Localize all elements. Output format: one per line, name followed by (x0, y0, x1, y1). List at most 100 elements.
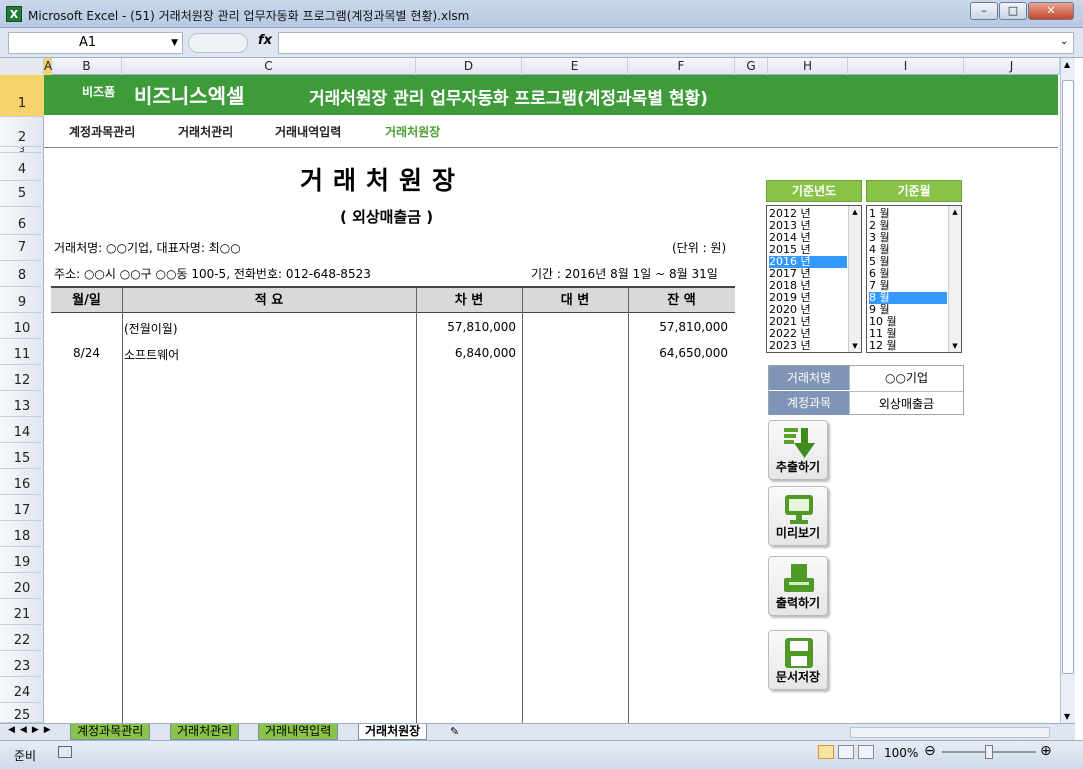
row-header[interactable]: 12 (0, 365, 44, 391)
scroll-down-icon[interactable]: ▼ (849, 342, 861, 350)
select-all-corner[interactable] (0, 58, 44, 75)
close-button[interactable]: ✕ (1028, 2, 1074, 20)
year-option[interactable]: 2023 년 (769, 340, 811, 352)
row-header[interactable]: 10 (0, 313, 44, 339)
row-header[interactable]: 23 (0, 651, 44, 677)
column-header-d[interactable]: D (416, 58, 522, 75)
expand-formula-icon[interactable]: ⌄ (1060, 36, 1068, 47)
row-header[interactable]: 15 (0, 443, 44, 469)
row-description[interactable]: (전월이월) (124, 320, 178, 337)
nav-transaction-entry[interactable]: 거래내역입력 (275, 123, 341, 140)
printer-icon (784, 564, 814, 592)
client-name-label: 거래처명 (769, 366, 849, 390)
row-header[interactable]: 18 (0, 521, 44, 547)
address-info: 주소: ○○시 ○○구 ○○동 100-5, 전화번호: 012-648-852… (54, 267, 371, 281)
name-box[interactable]: A1 ▼ (8, 32, 183, 54)
row-header[interactable]: 16 (0, 469, 44, 495)
worksheet[interactable]: 비즈폼 비즈니스엑셀 거래처원장 관리 업무자동화 프로그램(계정과목별 현황)… (44, 75, 1058, 723)
insert-function-icon[interactable]: fx (258, 33, 272, 48)
column-header-b[interactable]: B (52, 58, 122, 75)
scroll-up-icon[interactable]: ▲ (849, 208, 861, 216)
row-header[interactable]: 20 (0, 573, 44, 599)
client-name-value[interactable]: ○○기업 (849, 366, 963, 390)
row-date[interactable]: 8/24 (51, 346, 122, 360)
row-header[interactable]: 5 (0, 181, 44, 207)
row-header[interactable]: 6 (0, 207, 44, 235)
formula-expand-handle[interactable] (188, 33, 248, 53)
maximize-button[interactable]: □ (999, 2, 1027, 20)
month-list-scrollbar[interactable]: ▲ ▼ (948, 206, 961, 352)
year-listbox[interactable]: 2012 년 2013 년 2014 년 2015 년 2016 년 2017 … (766, 205, 862, 353)
zoom-in-icon[interactable]: ⊕ (1040, 743, 1052, 759)
extract-button[interactable]: 추출하기 (768, 420, 828, 480)
nav-client-management[interactable]: 거래처관리 (178, 123, 233, 140)
column-header-a[interactable]: A (44, 58, 52, 75)
row-header[interactable]: 8 (0, 261, 44, 287)
month-option[interactable]: 12 월 (869, 340, 897, 352)
row-header[interactable]: 19 (0, 547, 44, 573)
row-header[interactable]: 17 (0, 495, 44, 521)
scroll-down-icon[interactable]: ▼ (949, 342, 961, 350)
ledger-title: 거래처원장 (300, 166, 466, 195)
row-header[interactable]: 22 (0, 625, 44, 651)
column-header-c[interactable]: C (122, 58, 416, 75)
row-header[interactable]: 2 (0, 117, 44, 147)
scroll-up-icon[interactable]: ▲ (1064, 60, 1070, 69)
tab-client-ledger[interactable]: 거래처원장 (358, 724, 428, 740)
column-header-f[interactable]: F (628, 58, 735, 75)
row-header[interactable]: 7 (0, 235, 44, 261)
column-divider (122, 288, 123, 723)
tab-navigation-arrows[interactable]: ◀◀▶▶ (8, 725, 56, 735)
row-balance[interactable]: 64,650,000 (628, 346, 728, 360)
print-button[interactable]: 출력하기 (768, 556, 828, 616)
zoom-slider-thumb[interactable] (985, 745, 993, 759)
year-list-scrollbar[interactable]: ▲ ▼ (848, 206, 861, 352)
preview-button[interactable]: 미리보기 (768, 486, 828, 546)
column-header-h[interactable]: H (768, 58, 848, 75)
normal-view-icon[interactable] (818, 745, 834, 759)
zoom-out-icon[interactable]: ⊖ (924, 743, 936, 759)
row-header[interactable]: 21 (0, 599, 44, 625)
chevron-down-icon[interactable]: ▼ (171, 33, 178, 53)
status-ready: 준비 (14, 749, 37, 763)
excel-icon[interactable]: X (6, 6, 22, 22)
scroll-up-icon[interactable]: ▲ (949, 208, 961, 216)
vertical-scrollbar[interactable]: ▲ ▼ (1060, 58, 1075, 723)
account-value[interactable]: 외상매출금 (849, 391, 963, 415)
column-header-g[interactable]: G (735, 58, 768, 75)
nav-client-ledger[interactable]: 거래처원장 (385, 123, 440, 140)
ledger-table: 월/일 적 요 차 변 대 변 잔 액 (전월이월) 57,810,000 57… (51, 286, 735, 723)
row-debit[interactable]: 6,840,000 (416, 346, 516, 360)
row-header[interactable]: 24 (0, 677, 44, 703)
row-header[interactable]: 25 (0, 703, 44, 723)
tab-account-management[interactable]: 계정과목관리 (70, 724, 151, 740)
tab-client-management[interactable]: 거래처관리 (170, 724, 240, 740)
row-header[interactable]: 1 (0, 75, 44, 117)
tab-transaction-entry[interactable]: 거래내역입력 (258, 724, 339, 740)
macro-record-icon[interactable] (58, 746, 72, 758)
minimize-button[interactable]: – (970, 2, 998, 20)
row-header[interactable]: 13 (0, 391, 44, 417)
row-header[interactable]: 4 (0, 153, 44, 181)
column-header-e[interactable]: E (522, 58, 628, 75)
column-header-j[interactable]: J (964, 58, 1060, 75)
page-break-view-icon[interactable] (858, 745, 874, 759)
horizontal-scrollbar[interactable] (850, 727, 1050, 738)
scroll-thumb[interactable] (1062, 80, 1074, 674)
row-debit[interactable]: 57,810,000 (416, 320, 516, 334)
zoom-level[interactable]: 100% (884, 746, 918, 760)
save-button[interactable]: 문서저장 (768, 630, 828, 690)
scroll-down-icon[interactable]: ▼ (1064, 712, 1070, 721)
formula-input[interactable] (278, 32, 1074, 54)
row-description[interactable]: 소프트웨어 (124, 346, 179, 363)
column-header-i[interactable]: I (848, 58, 964, 75)
row-balance[interactable]: 57,810,000 (628, 320, 728, 334)
insert-sheet-icon[interactable]: ✎ (450, 725, 459, 738)
page-layout-view-icon[interactable] (838, 745, 854, 759)
nav-account-management[interactable]: 계정과목관리 (69, 123, 135, 140)
row-header[interactable]: 9 (0, 287, 44, 313)
row-header[interactable]: 14 (0, 417, 44, 443)
month-listbox[interactable]: 1 월 2 월 3 월 4 월 5 월 6 월 7 월 8 월 9 월 10 월… (866, 205, 962, 353)
brand-logo: 비즈니스엑셀 (134, 84, 245, 108)
row-header[interactable]: 11 (0, 339, 44, 365)
